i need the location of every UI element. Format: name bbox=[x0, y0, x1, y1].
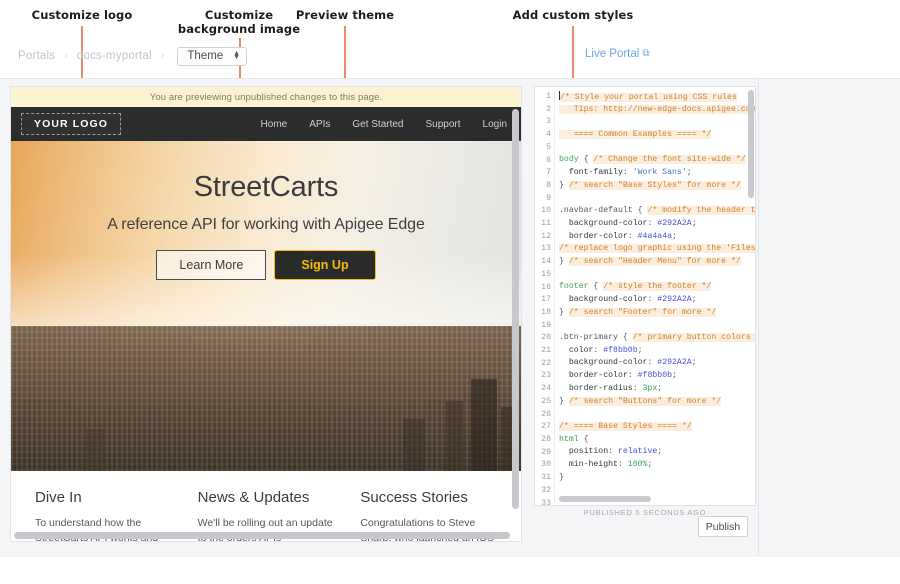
nav-item-apis[interactable]: APIs bbox=[309, 119, 330, 130]
stepper-updown-icon: ▲▼ bbox=[233, 52, 240, 60]
hero-buttons: Learn More Sign Up bbox=[11, 250, 521, 280]
portal-nav-links: Home APIs Get Started Support Login bbox=[261, 119, 507, 130]
css-editor-pane[interactable]: 1234567891011121314151617181920212223242… bbox=[534, 86, 756, 506]
learn-more-button[interactable]: Learn More bbox=[156, 250, 266, 280]
external-link-icon: ⧉ bbox=[642, 48, 649, 59]
live-portal-label: Live Portal bbox=[585, 48, 639, 60]
hero-subtitle: A reference API for working with Apigee … bbox=[11, 216, 521, 234]
annotation-add-custom-styles: Add custom styles bbox=[508, 8, 638, 22]
card-heading: Success Stories bbox=[360, 489, 497, 506]
portal-preview-pane: You are previewing unpublished changes t… bbox=[10, 86, 522, 542]
nav-item-support[interactable]: Support bbox=[426, 119, 461, 130]
nav-item-get-started[interactable]: Get Started bbox=[352, 119, 403, 130]
annotation-preview-theme: Preview theme bbox=[290, 8, 400, 22]
editor-code-area[interactable]: /* Style your portal using CSS rules Tip… bbox=[555, 87, 755, 505]
editor-line-numbers: 1234567891011121314151617181920212223242… bbox=[535, 87, 555, 505]
portal-logo-placeholder[interactable]: YOUR LOGO bbox=[21, 113, 121, 135]
editor-vertical-scrollbar[interactable] bbox=[748, 90, 754, 198]
hero-section[interactable]: StreetCarts A reference API for working … bbox=[11, 141, 521, 471]
section-select-label: Theme bbox=[187, 50, 223, 62]
nav-item-login[interactable]: Login bbox=[483, 119, 507, 130]
live-portal-link[interactable]: Live Portal ⧉ bbox=[585, 48, 649, 60]
right-panel-divider bbox=[758, 78, 759, 556]
hero-content: StreetCarts A reference API for working … bbox=[11, 171, 521, 280]
screenshot-root: Customize logo Customize background imag… bbox=[0, 0, 900, 584]
sign-up-button[interactable]: Sign Up bbox=[274, 250, 375, 280]
section-select-theme[interactable]: Theme ▲▼ bbox=[177, 47, 247, 66]
card-heading: Dive In bbox=[35, 489, 172, 506]
preview-horizontal-scrollbar[interactable] bbox=[14, 532, 510, 539]
breadcrumb-separator-icon: › bbox=[64, 50, 68, 62]
breadcrumb-portals[interactable]: Portals bbox=[18, 50, 55, 62]
preview-vertical-scrollbar[interactable] bbox=[512, 109, 519, 509]
preview-banner: You are previewing unpublished changes t… bbox=[11, 87, 521, 107]
breadcrumb: Portals › docs-myportal › Theme ▲▼ bbox=[18, 44, 247, 68]
card-heading: News & Updates bbox=[198, 489, 335, 506]
annotation-customize-background-image: Customize background image bbox=[172, 8, 306, 36]
breadcrumb-separator-icon-2: › bbox=[161, 50, 165, 62]
hero-title: StreetCarts bbox=[11, 171, 521, 204]
nav-item-home[interactable]: Home bbox=[261, 119, 288, 130]
breadcrumb-portal-name[interactable]: docs-myportal bbox=[77, 50, 152, 62]
annotation-customize-logo: Customize logo bbox=[22, 8, 142, 22]
editor-horizontal-scrollbar[interactable] bbox=[559, 496, 651, 502]
publish-button[interactable]: Publish bbox=[698, 516, 748, 537]
portal-navbar: YOUR LOGO Home APIs Get Started Support … bbox=[11, 107, 521, 141]
